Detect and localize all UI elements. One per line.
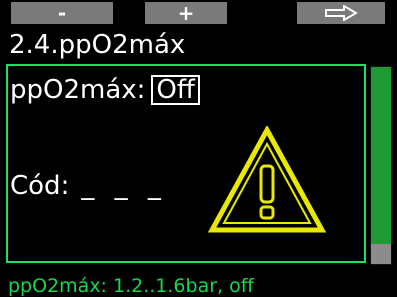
ppo2max-value-field[interactable]: Off [151,75,200,105]
increase-button[interactable]: + [145,2,227,24]
ppo2max-setting: ppO2máx: Off [10,74,200,106]
ppo2max-label: ppO2máx: [10,75,146,105]
code-label: Cód: [10,171,70,201]
warning-triangle-icon [208,126,326,233]
next-button[interactable] [297,2,385,24]
softkey-bar: - + [0,0,397,26]
arrow-right-outline-icon [325,5,358,21]
range-hint: ppO2máx: 1.2..1.6bar, off [8,275,254,297]
page-title: 2.4.ppO2máx [9,30,186,60]
code-entry: Cód: _ _ _ [10,170,167,202]
code-input[interactable]: _ _ _ [81,170,167,202]
scroll-thumb[interactable] [371,244,391,264]
scrollbar[interactable] [370,66,392,265]
decrease-button[interactable]: - [11,2,113,24]
